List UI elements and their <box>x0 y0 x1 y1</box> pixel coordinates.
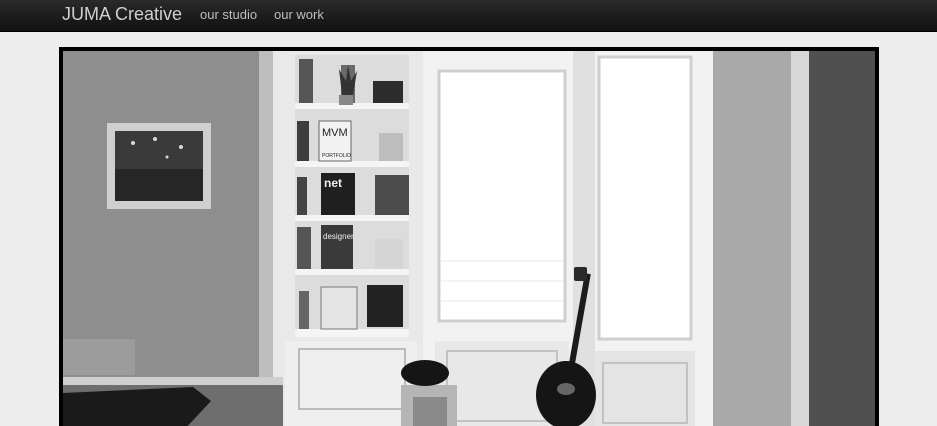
nav-link-our-work[interactable]: our work <box>274 7 324 22</box>
bookshelf: MVM PORTFOLIO net designer <box>273 51 423 426</box>
studio-photo-illustration: MVM PORTFOLIO net designer <box>63 51 875 426</box>
brand-logo-link[interactable]: JUMA Creative <box>62 4 182 25</box>
magazine-designer-label: designer <box>323 232 354 241</box>
nav-link-our-studio[interactable]: our studio <box>200 7 257 22</box>
wall-painting <box>107 123 211 209</box>
magazine-mvm-label: MVM <box>322 127 348 139</box>
top-navbar: JUMA Creative our studio our work <box>0 0 937 32</box>
magazine-net-label: net <box>324 176 342 190</box>
hero-photo-frame: MVM PORTFOLIO net designer <box>59 47 879 426</box>
hero-photo: MVM PORTFOLIO net designer <box>63 51 875 426</box>
magazine-portfolio-label: PORTFOLIO <box>322 153 351 159</box>
